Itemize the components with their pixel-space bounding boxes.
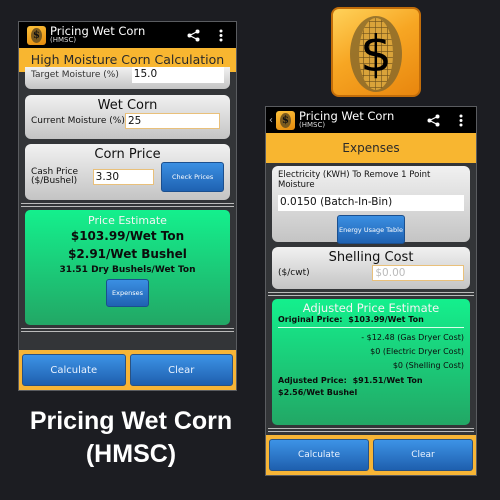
shelling-cost-card: Shelling Cost ($/cwt) $0.00 bbox=[272, 247, 470, 289]
target-moisture-card: Target Moisture (%) 15.0 bbox=[25, 67, 230, 89]
dollar-symbol: $ bbox=[360, 25, 392, 83]
calculate-button[interactable]: Calculate bbox=[22, 354, 126, 386]
phone-screen-calculation: $ Pricing Wet Corn (HMSC) High Moisture … bbox=[18, 21, 237, 391]
app-icon-small[interactable]: $ bbox=[276, 110, 295, 130]
overflow-menu-icon[interactable] bbox=[212, 29, 230, 42]
phone-screen-expenses: ‹ $ Pricing Wet Corn (HMSC) Expenses Ele… bbox=[265, 106, 477, 476]
share-icon[interactable] bbox=[184, 29, 202, 42]
divider bbox=[21, 328, 234, 332]
divider bbox=[21, 203, 234, 207]
corn-price-heading: Corn Price bbox=[94, 147, 161, 162]
original-price-row: Original Price: $103.99/Wet Ton bbox=[278, 315, 464, 328]
target-moisture-label: Target Moisture (%) bbox=[31, 70, 119, 80]
wet-corn-card: Wet Corn Current Moisture (%) 25 bbox=[25, 95, 230, 139]
back-chevron-icon[interactable]: ‹ bbox=[269, 115, 273, 126]
check-prices-button[interactable]: Check Prices bbox=[161, 162, 224, 192]
target-moisture-input[interactable]: 15.0 bbox=[131, 67, 224, 83]
shelling-cost-heading: Shelling Cost bbox=[328, 250, 414, 265]
price-estimate-panel: Price Estimate $103.99/Wet Ton $2.91/Wet… bbox=[25, 210, 230, 325]
dry-bushels-per-wet-ton: 31.51 Dry Bushels/Wet Ton bbox=[59, 265, 196, 275]
original-price-value: $103.99/Wet Ton bbox=[348, 315, 424, 324]
current-moisture-label: Current Moisture (%) bbox=[31, 116, 125, 126]
app-subtitle: (HMSC) bbox=[299, 121, 326, 130]
adjusted-price-row: Adjusted Price: $91.51/Wet Ton bbox=[278, 376, 464, 385]
shelling-cost-unit-label: ($/cwt) bbox=[278, 268, 310, 278]
cash-price-input[interactable]: 3.30 bbox=[92, 169, 155, 185]
calculate-button[interactable]: Calculate bbox=[269, 439, 369, 471]
adjusted-price-label: Adjusted Price: bbox=[278, 376, 347, 385]
bottom-action-bar: Calculate Clear bbox=[266, 435, 476, 475]
expenses-button[interactable]: Expenses bbox=[106, 279, 149, 307]
price-per-wet-bushel: $2.91/Wet Bushel bbox=[68, 247, 187, 261]
share-icon[interactable] bbox=[424, 114, 442, 127]
shelling-cost-input[interactable]: $0.00 bbox=[372, 265, 464, 281]
cash-price-unit-label: ($/Bushel) bbox=[31, 176, 78, 186]
action-bar: ‹ $ Pricing Wet Corn (HMSC) bbox=[266, 107, 476, 133]
divider bbox=[268, 292, 474, 296]
dollar-icon: $ bbox=[31, 27, 42, 43]
divider bbox=[268, 428, 474, 432]
adjusted-price-heading: Adjusted Price Estimate bbox=[302, 301, 440, 315]
corn-dollar-icon: $ bbox=[350, 16, 402, 92]
shelling-cost: $0 (Shelling Cost) bbox=[392, 361, 464, 370]
electricity-input[interactable]: 0.0150 (Batch-In-Bin) bbox=[278, 195, 464, 211]
overflow-menu-icon[interactable] bbox=[452, 114, 470, 127]
action-bar: $ Pricing Wet Corn (HMSC) bbox=[19, 22, 236, 48]
app-icon-large: $ bbox=[331, 7, 421, 97]
adjusted-price-value: $91.51/Wet Ton bbox=[352, 376, 423, 385]
adjusted-price-panel: Adjusted Price Estimate Original Price: … bbox=[272, 299, 470, 425]
electricity-card: Electricity (KWH) To Remove 1 Point Mois… bbox=[272, 166, 470, 244]
price-estimate-heading: Price Estimate bbox=[88, 214, 167, 227]
energy-usage-table-button[interactable]: Energy Usage Table bbox=[337, 215, 405, 244]
promo-stage: $ $ Pricing Wet Corn (HMSC) High Moistur… bbox=[0, 0, 500, 500]
gas-dryer-cost: - $12.48 (Gas Dryer Cost) bbox=[361, 333, 464, 342]
bottom-action-bar: Calculate Clear bbox=[19, 350, 236, 390]
electricity-label: Electricity (KWH) To Remove 1 Point Mois… bbox=[278, 170, 431, 190]
promo-title: Pricing Wet Corn bbox=[29, 407, 233, 435]
app-subtitle: (HMSC) bbox=[50, 36, 77, 45]
screen-banner: Expenses bbox=[266, 133, 476, 163]
electric-dryer-cost: $0 (Electric Dryer Cost) bbox=[370, 347, 464, 356]
app-icon-small[interactable]: $ bbox=[27, 25, 46, 45]
current-moisture-input[interactable]: 25 bbox=[125, 113, 220, 129]
promo-subtitle: (HMSC) bbox=[85, 440, 177, 468]
adjusted-price-per-bushel: $2.56/Wet Bushel bbox=[278, 388, 358, 397]
cost-list: - $12.48 (Gas Dryer Cost) $0 (Electric D… bbox=[278, 331, 464, 373]
price-per-wet-ton: $103.99/Wet Ton bbox=[70, 229, 185, 243]
clear-button[interactable]: Clear bbox=[129, 354, 233, 386]
clear-button[interactable]: Clear bbox=[373, 439, 473, 471]
corn-price-card: Corn Price Cash Price ($/Bushel) 3.30 Ch… bbox=[25, 144, 230, 200]
original-price-label: Original Price: bbox=[278, 315, 343, 324]
dollar-icon: $ bbox=[280, 112, 291, 128]
wet-corn-heading: Wet Corn bbox=[97, 98, 158, 113]
promo-caption: Pricing Wet Corn (HMSC) bbox=[0, 405, 262, 471]
